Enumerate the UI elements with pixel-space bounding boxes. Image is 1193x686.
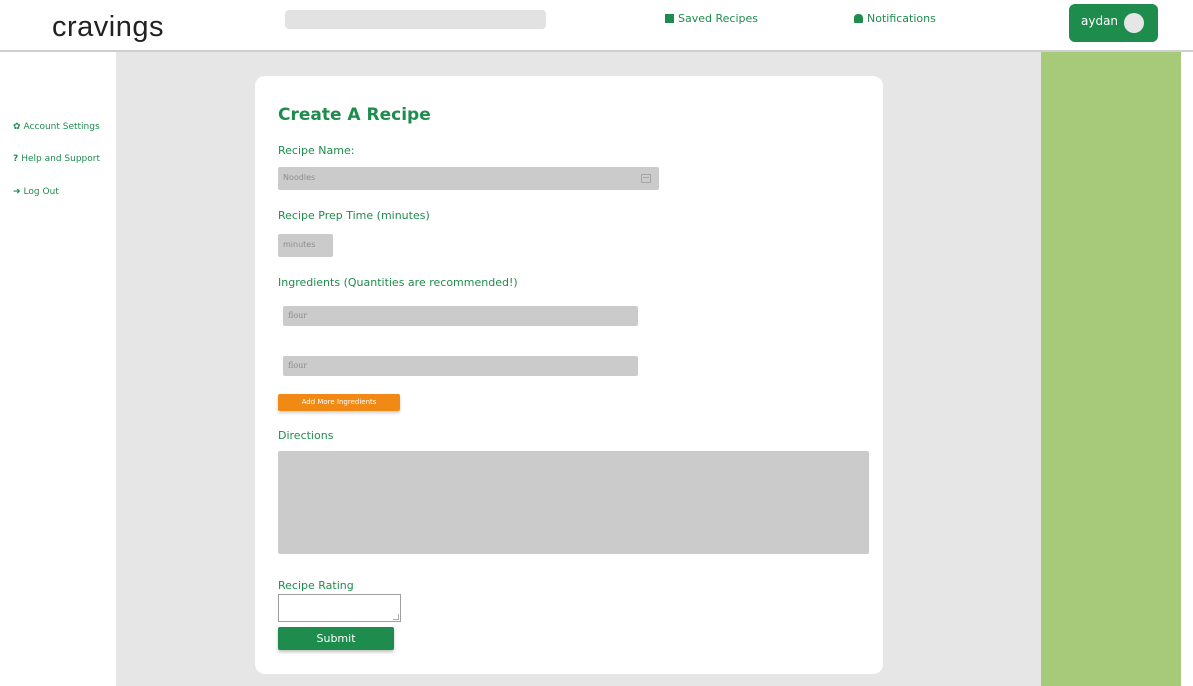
submit-button[interactable]: Submit [278,627,394,650]
recipe-name-value: Noodles [283,173,316,182]
sidebar-item-label: Help and Support [21,154,100,164]
app-logo[interactable]: cravings [52,11,164,44]
prep-time-input[interactable]: minutes [278,234,333,257]
sidebar: ✿ Account Settings ? Help and Support ➜ Log… [0,52,116,686]
recipe-name-input[interactable]: Noodles [278,167,659,190]
sidebar-item-account-settings[interactable]: ✿ Account Settings [13,122,100,132]
create-recipe-card: Create A Recipe Recipe Name: Noodles Rec… [255,76,883,674]
autofill-icon [641,174,651,183]
ingredient-input[interactable]: flour [283,356,638,376]
bookmark-icon [665,14,674,23]
notifications-label: Notifications [867,12,936,25]
sidebar-item-label: Log Out [23,187,59,197]
directions-label: Directions [278,429,334,442]
page-title: Create A Recipe [278,105,431,125]
avatar [1124,13,1144,33]
prep-time-label: Recipe Prep Time (minutes) [278,209,430,222]
right-side-panel [1041,52,1181,686]
sidebar-item-help[interactable]: ? Help and Support [13,154,100,164]
directions-textarea[interactable] [278,451,869,554]
user-menu-button[interactable]: aydan [1069,4,1158,42]
scrollbar-track[interactable] [1181,52,1193,686]
ingredient-input[interactable]: flour [283,306,638,326]
ingredients-label: Ingredients (Quantities are recommended!… [278,276,518,289]
sidebar-item-logout[interactable]: ➜ Log Out [13,187,59,197]
rating-textarea[interactable] [278,594,401,622]
rating-label: Recipe Rating [278,579,354,592]
saved-recipes-label: Saved Recipes [678,12,758,25]
bell-icon [854,14,863,23]
question-icon: ? [13,154,19,164]
logout-icon: ➜ [13,187,21,197]
top-header: cravings Saved Recipes Notifications ayd… [0,0,1193,52]
search-input[interactable] [285,10,546,29]
recipe-name-label: Recipe Name: [278,144,355,157]
add-ingredients-button[interactable]: Add More Ingredients [278,394,400,411]
saved-recipes-link[interactable]: Saved Recipes [665,12,758,25]
user-name: aydan [1081,14,1119,28]
gear-icon: ✿ [13,122,21,132]
notifications-link[interactable]: Notifications [854,12,936,25]
sidebar-item-label: Account Settings [23,122,100,132]
